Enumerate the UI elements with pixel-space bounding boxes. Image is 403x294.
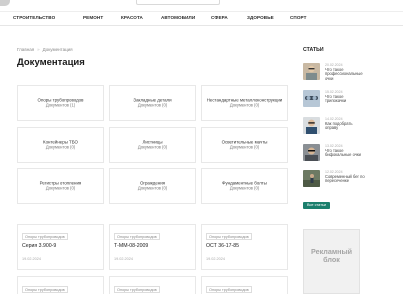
article-title[interactable]: Как подобрать оправу [325, 121, 365, 132]
document-date: 19.02.2024 [22, 257, 42, 261]
all-articles-button[interactable]: Все статьи [303, 202, 330, 209]
article-item[interactable]: 12.02.2024 Современный бег по пересеченк… [303, 168, 365, 190]
document-title[interactable]: ОСТ 36-17-85 [206, 243, 239, 249]
category-count: Документов (0) [45, 186, 76, 191]
category-card[interactable]: Регистры отопления Документов (0) [17, 168, 104, 204]
document-tag[interactable]: Опоры трубопроводов [206, 233, 252, 241]
category-card[interactable]: Осветительные мачты Документов (0) [201, 127, 288, 163]
article-title[interactable]: Что такое трипокачки [325, 94, 365, 105]
document-tag[interactable]: Опоры трубопроводов [22, 286, 68, 294]
nav-item-cars[interactable]: Автомобили [161, 15, 195, 20]
category-card[interactable]: Листницы Документов (0) [109, 127, 196, 163]
category-card[interactable]: Фундаментные болты Документов (0) [201, 168, 288, 204]
document-date: 19.02.2024 [114, 257, 134, 261]
document-tag[interactable]: Опоры трубопроводов [206, 286, 252, 294]
document-card[interactable]: Опоры трубопроводов [109, 276, 196, 294]
category-card[interactable]: Опоры трубопроводов Документов (1) [17, 85, 104, 121]
document-date: 19.02.2024 [206, 257, 226, 261]
logo[interactable] [0, 0, 10, 6]
article-thumbnail[interactable] [303, 117, 320, 134]
article-title[interactable]: Что такое профессиональные очки [325, 67, 365, 83]
article-thumbnail[interactable] [303, 63, 320, 80]
document-tag[interactable]: Опоры трубопроводов [22, 233, 68, 241]
category-card[interactable]: Ограждения Документов (0) [109, 168, 196, 204]
article-item[interactable]: 14.02.2024 Как подобрать оправу [303, 115, 363, 137]
ad-text: Рекламный блок [310, 247, 353, 265]
article-title[interactable]: Современный бег по пересеченке [325, 174, 365, 185]
category-card[interactable]: Контейнеры ТБО Документов (0) [17, 127, 104, 163]
document-title[interactable]: Серия 3.900-9 [22, 243, 56, 249]
category-count: Документов (0) [137, 145, 168, 150]
search-input[interactable] [136, 0, 220, 5]
breadcrumb-separator: » [37, 47, 40, 52]
ad-block[interactable]: Рекламный блок [303, 229, 360, 294]
breadcrumb-current: Документация [42, 47, 73, 52]
sidebar-heading: Статьи [303, 47, 324, 53]
breadcrumb-home[interactable]: Главная [17, 47, 34, 52]
nav-item-health[interactable]: Здоровье [247, 15, 274, 20]
category-count: Документов (0) [45, 145, 76, 150]
nav-item-sphere[interactable]: Сфера [211, 15, 228, 20]
page-title: Документация [17, 57, 85, 68]
document-title[interactable]: Т-ММ-08-2009 [114, 243, 148, 249]
category-card[interactable]: Нестандартные металлоконструкции Документ… [201, 85, 288, 121]
article-title[interactable]: Что такое бифокальные очки [325, 148, 365, 159]
category-count: Документов (0) [137, 186, 168, 191]
top-bar [0, 0, 403, 12]
nav-item-construction[interactable]: Строительство [13, 15, 55, 20]
document-card[interactable]: Опоры трубопроводов Серия 3.900-9 19.02.… [17, 224, 104, 270]
document-card[interactable]: Опоры трубопроводов [17, 276, 104, 294]
nav-item-beauty[interactable]: Красота [121, 15, 143, 20]
category-count: Документов (0) [229, 103, 260, 108]
document-card[interactable]: Опоры трубопроводов Т-ММ-08-2009 19.02.2… [109, 224, 196, 270]
category-card[interactable]: Закладные детали Документов (0) [109, 85, 196, 121]
main-nav: Строительство Ремонт Красота Автомобили … [0, 12, 403, 26]
document-card[interactable]: Опоры трубопроводов [201, 276, 288, 294]
category-count: Документов (0) [229, 186, 260, 191]
article-thumbnail[interactable] [303, 144, 320, 161]
nav-item-sport[interactable]: Спорт [290, 15, 307, 20]
category-count: Документов (0) [137, 103, 168, 108]
article-item[interactable]: 20.02.2024 Что такое профессиональные оч… [303, 61, 363, 83]
article-item[interactable]: 15.02.2024 Что такое трипокачки [303, 88, 363, 110]
category-count: Документов (0) [229, 145, 260, 150]
article-thumbnail[interactable] [303, 170, 320, 187]
document-tag[interactable]: Опоры трубопроводов [114, 233, 160, 241]
breadcrumb: Главная» Документация [17, 47, 73, 52]
article-thumbnail[interactable] [303, 90, 320, 107]
nav-item-repair[interactable]: Ремонт [83, 15, 103, 20]
category-count: Документов (1) [45, 103, 76, 108]
article-item[interactable]: 13.02.2024 Что такое бифокальные очки [303, 142, 363, 164]
document-card[interactable]: Опоры трубопроводов ОСТ 36-17-85 19.02.2… [201, 224, 288, 270]
document-tag[interactable]: Опоры трубопроводов [114, 286, 160, 294]
